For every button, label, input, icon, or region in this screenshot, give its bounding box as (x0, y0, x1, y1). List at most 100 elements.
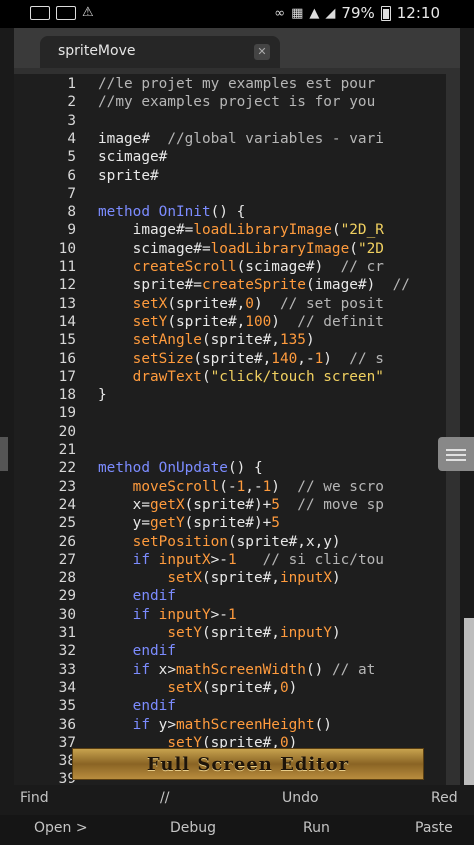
code-line[interactable]: if y>mathScreenHeight() (98, 716, 332, 734)
line-number: 20 (58, 423, 76, 440)
code-line[interactable]: scimage#=loadLibraryImage("2D (98, 240, 384, 258)
open-button[interactable]: Open > (34, 820, 88, 836)
code-token: // definit (297, 313, 384, 330)
tab-spritemove[interactable]: spriteMove ✕ (40, 36, 280, 68)
code-token: (- (219, 478, 237, 495)
line-number: 11 (58, 259, 76, 275)
code-line[interactable]: endif (98, 642, 176, 660)
close-icon[interactable]: ✕ (254, 44, 270, 60)
code-token: drawText (132, 368, 202, 385)
battery-percent: 79% (341, 4, 375, 22)
paste-button[interactable]: Paste (415, 820, 453, 836)
code-line[interactable]: //my examples project is for you (98, 93, 375, 111)
scrollbar-track[interactable] (464, 618, 474, 786)
code-token: 140 (271, 350, 298, 367)
code-token: // s (349, 350, 384, 367)
code-token: ,- (245, 478, 263, 495)
code-token: inputX (279, 570, 332, 587)
code-line[interactable]: createScroll(scimage#) // cr (98, 258, 384, 276)
code-token: mathScreenWidth (175, 661, 306, 678)
find-button[interactable]: Find (20, 790, 49, 806)
line-number: 38 (58, 753, 76, 770)
line-number: 21 (58, 442, 76, 458)
code-token: (scimage#) (236, 259, 341, 275)
notification-icons: ⚠ (30, 5, 94, 20)
vertical-scroll-thumb[interactable] (438, 437, 474, 471)
code-token: (sprite#)+ (184, 496, 272, 513)
line-number: 14 (58, 313, 76, 330)
code-line[interactable]: setX(sprite#,inputX) (98, 569, 340, 587)
code-token: 1 (236, 478, 246, 495)
code-line[interactable]: x=getX(sprite#)+5 // move sp (98, 496, 384, 514)
run-button[interactable]: Run (303, 820, 330, 836)
code-token: endif (132, 698, 176, 715)
code-line[interactable]: if inputY>-1 (98, 606, 237, 624)
code-line[interactable]: setX(sprite#,0) (98, 679, 297, 697)
line-number: 3 (67, 112, 76, 129)
battery-icon (380, 5, 391, 21)
code-token: loadLibraryImage (193, 222, 332, 239)
code-line[interactable]: moveScroll(-1,-1) // we scro (98, 478, 384, 496)
code-line[interactable]: image# //global variables - vari (98, 130, 384, 148)
line-number: 6 (67, 167, 76, 184)
line-number: 25 (58, 515, 76, 532)
code-line[interactable]: drawText("click/touch screen" (98, 368, 384, 386)
line-number: 34 (58, 679, 76, 696)
code-line[interactable]: scimage# (98, 148, 167, 166)
code-token: y= (98, 515, 150, 532)
code-line[interactable]: sprite#=createSprite(image#) // (98, 276, 410, 294)
code-token: } (98, 387, 107, 404)
line-number: 29 (58, 588, 76, 605)
code-line[interactable]: if x>mathScreenWidth() // at (98, 661, 376, 679)
code-line[interactable]: y=getY(sprite#)+5 (98, 514, 280, 532)
code-token: 1 (262, 478, 272, 495)
code-line[interactable]: method OnInit() { (98, 203, 245, 221)
code-line[interactable]: method OnUpdate() { (98, 459, 263, 477)
redo-button[interactable]: Red (431, 790, 458, 806)
code-line[interactable]: setX(sprite#,0) // set posit (98, 295, 384, 313)
line-number: 30 (58, 606, 76, 623)
code-token: "2D (357, 240, 384, 257)
code-line[interactable]: if inputX>-1 // si clic/tou (98, 551, 384, 569)
undo-button[interactable]: Undo (282, 790, 319, 806)
left-edge-handle[interactable] (0, 437, 8, 471)
code-token: () { (227, 460, 263, 477)
code-token: if (132, 606, 159, 623)
code-token: if (132, 551, 159, 568)
code-line[interactable]: setAngle(sprite#,135) (98, 331, 315, 349)
code-line[interactable]: endif (98, 697, 176, 715)
action-toolbar: Open > Debug Run Paste (0, 815, 474, 845)
code-token: setX (132, 295, 168, 312)
comment-button[interactable]: // (160, 790, 169, 806)
code-line[interactable]: image#=loadLibraryImage("2D_R (98, 221, 384, 239)
debug-button[interactable]: Debug (170, 820, 216, 836)
line-number: 39 (58, 771, 76, 786)
code-line[interactable]: sprite# (98, 167, 159, 185)
code-token: ( (331, 222, 341, 239)
code-line[interactable]: } (98, 386, 107, 404)
banner-title: Full Screen Editor (146, 753, 350, 775)
line-number: 28 (58, 570, 76, 587)
code-line[interactable]: endif (98, 587, 176, 605)
code-token: (sprite#, (193, 350, 272, 367)
line-number: 33 (58, 661, 76, 678)
code-token: () (305, 661, 332, 678)
code-line[interactable]: setY(sprite#,100) // definit (98, 313, 384, 331)
code-editor[interactable]: 1 //le projet my examples est pour 2 //my e… (14, 74, 446, 786)
line-number: 19 (58, 405, 76, 422)
code-line[interactable]: setSize(sprite#,140,-1) // s (98, 350, 384, 368)
code-token: //global variables - vari (167, 130, 384, 147)
code-token: (sprite#, (201, 679, 280, 696)
code-token: createSprite (201, 277, 306, 294)
line-number: 32 (58, 643, 76, 660)
code-line[interactable]: //le projet my examples est pour (98, 75, 375, 93)
code-token: method (98, 460, 159, 477)
code-line[interactable]: setY(sprite#,inputY) (98, 624, 340, 642)
code-token: 0 (245, 295, 254, 312)
code-line[interactable]: setPosition(sprite#,x,y) (98, 533, 341, 551)
